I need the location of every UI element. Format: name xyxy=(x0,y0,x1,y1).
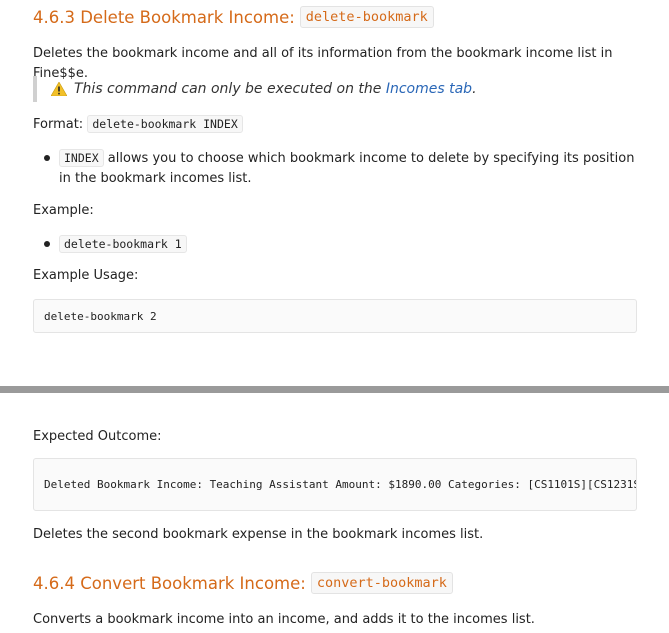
format-code: delete-bookmark INDEX xyxy=(87,115,243,133)
heading-title: 4.6.4 Convert Bookmark Income: xyxy=(33,573,306,593)
format-bullets: INDEX allows you to choose which bookmar… xyxy=(0,148,669,189)
usage-code: delete-bookmark 2 xyxy=(33,299,637,333)
usage-codeblock: delete-bookmark 2 xyxy=(0,299,669,333)
incomes-tab-link[interactable]: Incomes tab xyxy=(386,81,472,97)
example-label: Example: xyxy=(33,203,94,218)
format-line: Format: delete-bookmark INDEX xyxy=(0,114,669,135)
note-callout: This command can only be executed on the… xyxy=(0,76,669,102)
section-heading-464: 4.6.4 Convert Bookmark Income: convert-b… xyxy=(0,572,669,594)
usage-label: Example Usage: xyxy=(33,268,139,283)
heading-code: convert-bookmark xyxy=(310,572,453,594)
bullet-text: allows you to choose which bookmark inco… xyxy=(59,151,635,186)
outcome-code: Deleted Bookmark Income: Teaching Assist… xyxy=(33,458,637,511)
description-text: Converts a bookmark income into an incom… xyxy=(33,612,535,627)
example-bullets: delete-bookmark 1 xyxy=(0,234,669,255)
heading-title: 4.6.3 Delete Bookmark Income: xyxy=(33,7,295,27)
warning-icon xyxy=(51,82,67,96)
format-label: Format: xyxy=(33,117,84,132)
outcome-description: Deletes the second bookmark expense in t… xyxy=(33,527,484,542)
outcome-label: Expected Outcome: xyxy=(33,429,162,444)
example-code: delete-bookmark 1 xyxy=(59,235,187,253)
note-text: This command can only be executed on the… xyxy=(74,81,477,97)
index-code: INDEX xyxy=(59,149,104,167)
section-description-464: Converts a bookmark income into an incom… xyxy=(0,610,669,630)
section-divider xyxy=(0,386,669,393)
section-heading-463: 4.6.3 Delete Bookmark Income: delete-boo… xyxy=(0,6,669,28)
list-item: delete-bookmark 1 xyxy=(33,234,636,255)
heading-code: delete-bookmark xyxy=(299,6,434,28)
list-item: INDEX allows you to choose which bookmar… xyxy=(33,148,636,189)
outcome-codeblock: Deleted Bookmark Income: Teaching Assist… xyxy=(0,458,669,511)
